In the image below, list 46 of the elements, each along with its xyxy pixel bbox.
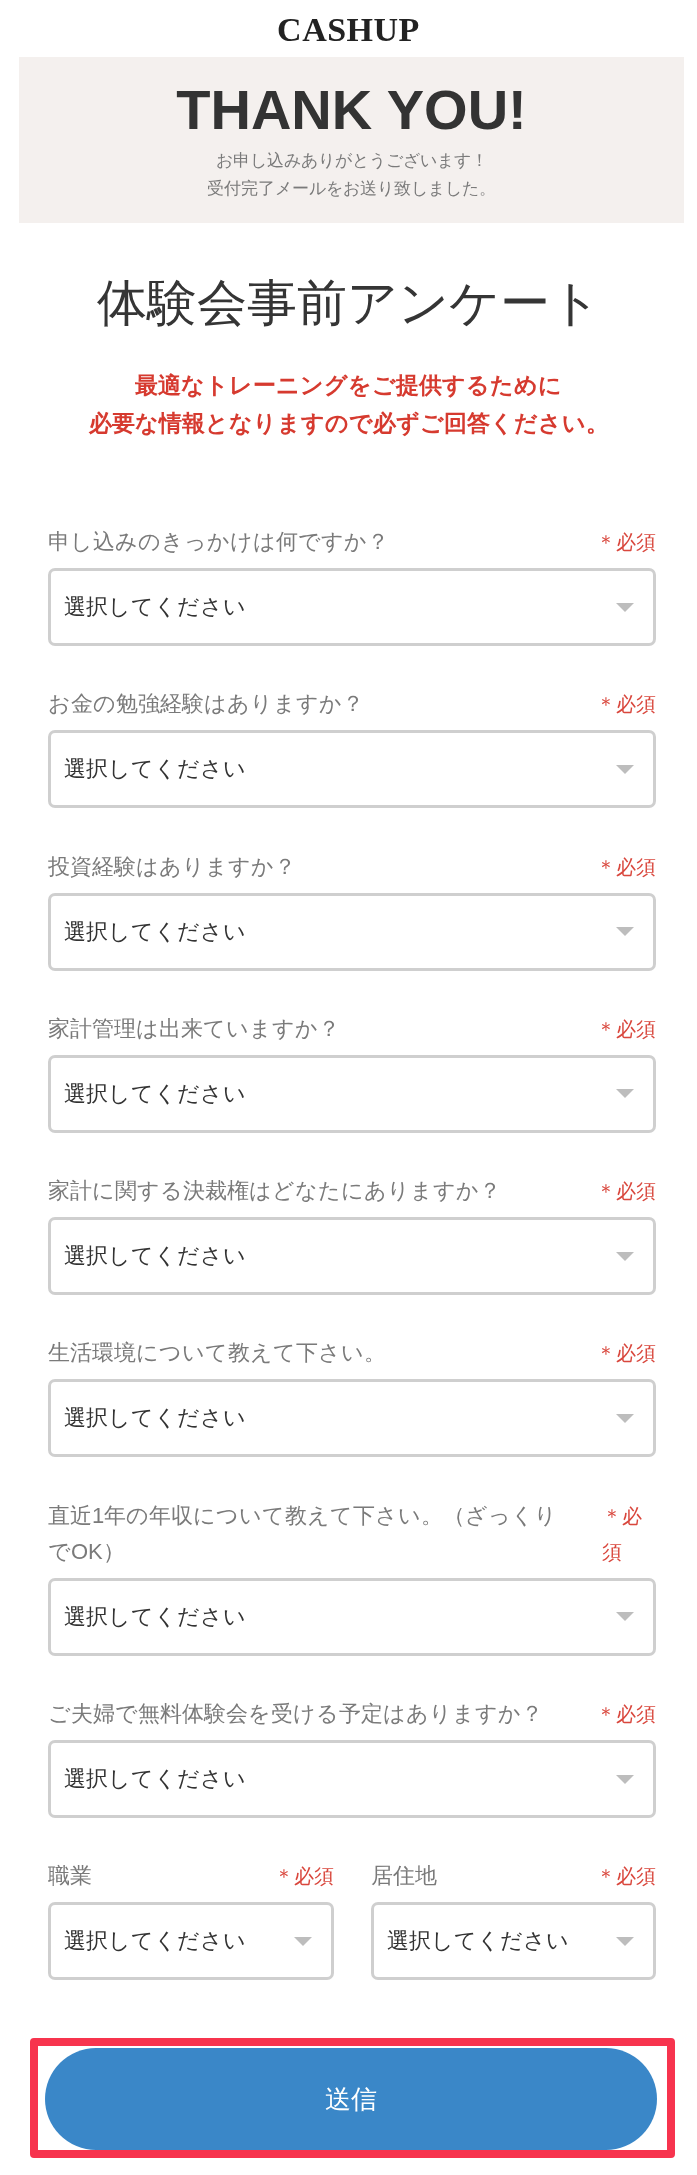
thank-you-heading: THANK YOU! [176,82,527,138]
caret-icon [616,1089,634,1099]
question-label: 生活環境について教えて下さい。 [48,1339,386,1368]
survey-title: 体験会事前アンケート [96,274,601,333]
question-label: 申し込みのきっかけは何ですか？ [48,528,389,556]
caret-icon [616,1612,634,1622]
select-field[interactable]: 選択してください [48,730,656,809]
select-field[interactable]: 選択してください [48,568,656,646]
confirmation-message: お申し込みありがとうございます！ 受付完了メールをお送り致しました。 [207,150,496,200]
question-label: 直近1年の年収について教えて下さい。（ざっくりでOK） [48,1501,559,1566]
required-mark: ＊必須 [273,1864,334,1890]
required-mark: ＊必須 [596,1016,656,1042]
caret-icon [616,1936,634,1946]
caret-icon [616,1251,634,1261]
required-mark: ＊必須 [596,530,656,555]
caret-icon [293,1936,312,1946]
question-label: 居住地 [370,1862,437,1891]
caret-icon [616,927,634,937]
caret-icon [616,764,634,774]
required-mark: ＊必須 [596,854,656,880]
logo: CASHUP [277,10,420,50]
required-mark: ＊必須 [596,1179,656,1205]
select-field[interactable]: 選択してください [48,1054,656,1133]
required-mark: ＊必須 [596,1341,656,1367]
caret-icon [616,1414,634,1423]
select-field[interactable]: 選択してください [48,1577,656,1656]
select-field[interactable]: 選択してください [370,1902,656,1981]
required-mark: ＊必須 [596,1702,656,1728]
question-label: 職業 [48,1862,92,1891]
select-field[interactable]: 選択してください [48,1217,656,1296]
question-label: ご夫婦で無料体験会を受ける予定はありますか？ [48,1700,543,1729]
select-field[interactable]: 選択してください [48,1379,656,1458]
select-field[interactable]: 選択してください [48,1740,656,1819]
notice-text: 最適なトレーニングをご提供するために 必要な情報となりますので必ずご回答ください。 [88,371,609,438]
required-mark: ＊必須 [596,692,656,718]
required-mark: ＊必須 [596,1864,656,1890]
question-label: 家計に関する決裁権はどなたにありますか？ [48,1177,501,1206]
question-label: 投資経験はありますか？ [48,852,296,881]
question-label: お金の勉強経験はありますか？ [48,690,364,719]
select-field[interactable]: 選択してください [48,1902,334,1981]
caret-icon [616,1774,634,1784]
select-field[interactable]: 選択してください [48,892,656,971]
caret-icon [616,602,634,612]
question-label: 家計管理は出来ていますか？ [48,1014,340,1043]
required-mark: ＊必須 [602,1503,644,1565]
submit-button[interactable]: 送信 [45,2047,657,2150]
